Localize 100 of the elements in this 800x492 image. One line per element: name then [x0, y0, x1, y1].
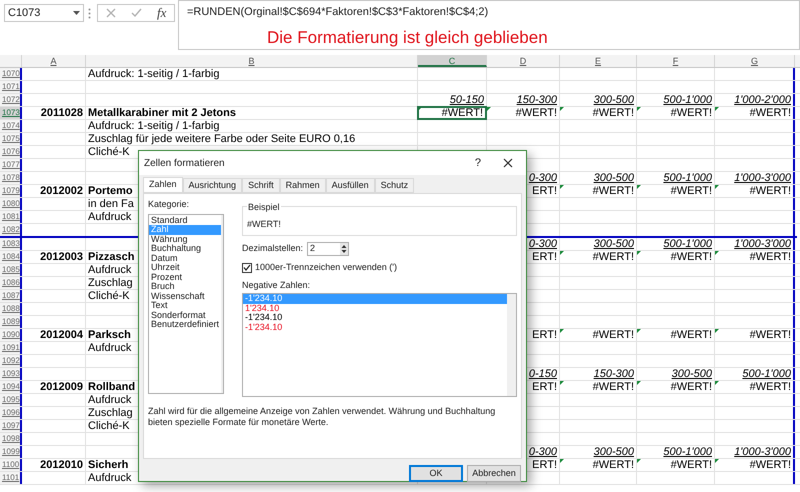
row-number[interactable]: 1094 — [0, 381, 22, 393]
row-number[interactable]: 1078 — [0, 172, 22, 184]
row-number[interactable]: 1082 — [0, 224, 22, 236]
category-item[interactable]: Bruch — [149, 282, 222, 292]
negative-format-item[interactable]: 1'234.10 — [243, 304, 507, 313]
error-value: #WERT! — [592, 329, 634, 341]
spinner-arrows-icon — [340, 243, 348, 255]
category-item[interactable]: Text — [149, 301, 222, 310]
category-item[interactable]: Sonderformat — [149, 310, 222, 320]
cancel-icon — [106, 8, 116, 18]
drag-handle-icon — [88, 8, 91, 19]
row-number[interactable]: 1101 — [0, 472, 22, 484]
error-value: #WERT! — [592, 107, 634, 119]
tab[interactable]: Ausrichtung — [182, 178, 242, 193]
formula-field[interactable]: =RUNDEN(Orginal!$C$694*Faktoren!$C$3*Faktoren!$C$4;2) Die Formatierung ist gleich geblieben — [178, 0, 800, 50]
negative-format-item[interactable]: -1'234.10 — [243, 313, 507, 322]
insert-function-button[interactable]: fx — [157, 3, 166, 23]
row-number[interactable]: 1089 — [0, 316, 22, 328]
row-number[interactable]: 1070 — [0, 68, 22, 80]
column-header[interactable]: F — [637, 55, 715, 67]
category-item[interactable]: Zahl — [149, 225, 222, 234]
row-number[interactable]: 1074 — [0, 120, 22, 132]
row-number[interactable]: 1081 — [0, 211, 22, 223]
row-number[interactable]: 1097 — [0, 420, 22, 432]
quantity-range: 150-300 — [594, 368, 634, 380]
row-number[interactable]: 1084 — [0, 251, 22, 263]
tab[interactable]: Schrift — [242, 178, 280, 193]
row-number[interactable]: 1073 — [0, 107, 22, 119]
row-number[interactable]: 1075 — [0, 133, 22, 145]
dialog-button[interactable]: Abbrechen — [467, 465, 521, 482]
row-number[interactable]: 1091 — [0, 342, 22, 354]
tab[interactable]: Rahmen — [280, 178, 326, 193]
error-indicator-icon — [560, 107, 564, 111]
category-item[interactable]: Prozent — [149, 272, 222, 282]
error-indicator-icon — [637, 251, 641, 255]
error-value: #WERT! — [670, 459, 712, 471]
quantity-range: 150-300 — [516, 94, 557, 106]
quantity-range: 1'000-3'000 — [734, 172, 791, 184]
category-item[interactable]: Buchhaltung — [149, 244, 222, 254]
row-number[interactable]: 1093 — [0, 368, 22, 380]
column-header[interactable]: G — [715, 55, 795, 67]
error-value: #WERT! — [592, 381, 634, 393]
sample-label: Beispiel — [247, 201, 281, 214]
tab[interactable]: Schutz — [374, 178, 414, 193]
category-item[interactable]: Wissenschaft — [149, 292, 222, 301]
dialog-button[interactable]: OK — [409, 465, 463, 482]
negative-format-item[interactable]: -1'234.10 — [243, 322, 507, 332]
negative-format-item[interactable]: -1'234.10 — [243, 294, 507, 304]
row-number[interactable]: 1076 — [0, 146, 22, 158]
row-number[interactable]: 1072 — [0, 94, 22, 106]
row-number[interactable]: 1096 — [0, 407, 22, 419]
error-indicator-icon — [637, 107, 641, 111]
row-number[interactable]: 1086 — [0, 277, 22, 289]
cell-text: in den Fa — [87, 198, 134, 210]
quantity-range: 300-500 — [594, 94, 634, 106]
cell-text: Zuschlag — [87, 407, 133, 419]
category-item[interactable]: Standard — [149, 216, 222, 225]
error-indicator-icon — [637, 381, 641, 385]
row-number[interactable]: 1079 — [0, 185, 22, 197]
category-item[interactable]: Benutzerdefiniert — [149, 320, 222, 330]
category-item[interactable]: Uhrzeit — [149, 263, 222, 272]
column-header[interactable]: D — [487, 55, 560, 67]
row-number[interactable]: 1080 — [0, 198, 22, 210]
row-number[interactable]: 1100 — [0, 459, 22, 471]
quantity-range: 0-300 — [528, 238, 557, 250]
selected-cell[interactable]: #WERT! — [417, 106, 487, 120]
quantity-range: 50-150 — [450, 94, 484, 106]
help-button[interactable]: ? — [474, 154, 481, 172]
row-number[interactable]: 1085 — [0, 264, 22, 276]
error-value: #WERT! — [670, 251, 712, 263]
row-number[interactable]: 1083 — [0, 238, 22, 250]
column-header[interactable]: C — [418, 55, 487, 67]
row-number[interactable]: 1087 — [0, 290, 22, 302]
row-number[interactable]: 1090 — [0, 329, 22, 341]
tab[interactable]: Zahlen — [143, 177, 183, 193]
row-number[interactable]: 1071 — [0, 81, 22, 93]
column-header[interactable]: E — [560, 55, 637, 67]
tab[interactable]: Ausfüllen — [326, 178, 375, 193]
cell-text: Cliché-K — [87, 146, 130, 158]
error-value: #WERT! — [592, 185, 634, 197]
checkbox[interactable] — [242, 262, 252, 273]
error-indicator-icon — [487, 107, 491, 111]
error-value: #WERT! — [750, 329, 791, 341]
category-item[interactable]: Währung — [149, 234, 222, 244]
name-box[interactable]: C1073 — [4, 4, 84, 22]
decimals-spinner[interactable]: 2 — [307, 242, 350, 256]
row-number[interactable]: 1092 — [0, 355, 22, 367]
error-indicator-icon — [715, 251, 719, 255]
row-number[interactable]: 1098 — [0, 433, 22, 445]
row-number[interactable]: 1099 — [0, 446, 22, 458]
column-header[interactable]: A — [22, 55, 86, 67]
row-number[interactable]: 1088 — [0, 303, 22, 315]
cell-text: Zuschlag — [87, 277, 133, 289]
category-item[interactable]: Datum — [149, 254, 222, 263]
row-number[interactable]: 1077 — [0, 159, 22, 171]
item-number: 2012002 — [40, 185, 83, 197]
quantity-range: 0-150 — [528, 368, 557, 380]
item-number: 2011028 — [40, 107, 83, 119]
row-number[interactable]: 1095 — [0, 394, 22, 406]
quantity-range: 500-1'000 — [663, 446, 712, 458]
